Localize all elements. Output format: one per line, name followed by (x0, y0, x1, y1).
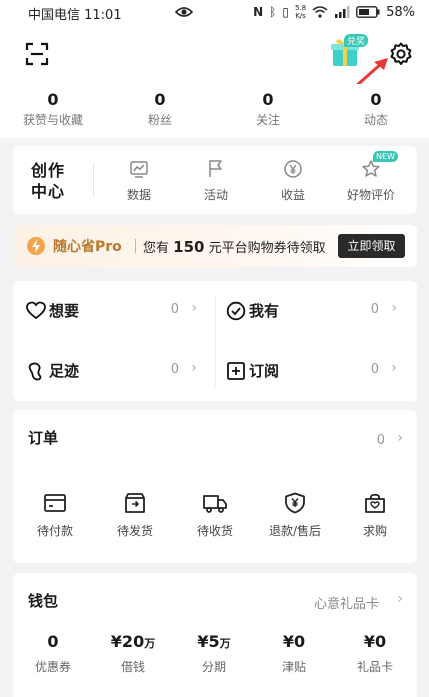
subscribe-entry[interactable]: 订阅 0 › (219, 351, 409, 391)
creator-center-card: 创作 中心 数据 活动 收益 好物评价 NEW (13, 146, 417, 214)
chevron-right-icon: › (191, 360, 197, 376)
network-speed: 5.8 K/s (294, 4, 307, 20)
order-pending-shipment[interactable]: 待发货 (95, 492, 175, 539)
gift-card-link[interactable]: 心意礼品卡 (314, 593, 379, 612)
quick-entry-card: 想要 0 › 我有 0 › 足迹 0 › 订阅 0 › (13, 281, 417, 401)
order-pending-payment[interactable]: 待付款 (15, 492, 95, 539)
orders-card: 订单 0 › 待付款 待发货 待收货 退款/售后 求购 (13, 410, 417, 563)
order-refund[interactable]: 退款/售后 (255, 492, 335, 539)
signal-icon (334, 6, 350, 18)
flag-icon (209, 160, 222, 177)
chart-icon (130, 161, 148, 178)
chevron-right-icon: › (191, 300, 197, 316)
divider (93, 164, 94, 196)
footprint-icon (28, 362, 42, 381)
nfc-icon: N (253, 5, 264, 19)
bag-icon (365, 493, 385, 513)
promo-text: 您有 150 元平台购物券待领取 (143, 238, 326, 256)
wallet-borrow[interactable]: ¥20万 借钱 (93, 632, 173, 675)
chevron-right-icon[interactable]: › (397, 591, 403, 607)
new-badge: NEW (373, 151, 398, 162)
creator-center-label[interactable]: 创作 中心 (31, 160, 65, 202)
divider (215, 295, 216, 387)
status-icons: N ᛒ ▯ 5.8 K/s 58% (253, 4, 415, 20)
promo-banner[interactable]: 随心省Pro 您有 150 元平台购物券待领取 立即领取 (13, 225, 417, 267)
owned-entry[interactable]: 我有 0 › (219, 291, 409, 331)
stat-likes[interactable]: 0 获赞与收藏 (8, 90, 98, 128)
eye-icon (175, 5, 193, 19)
want-entry[interactable]: 想要 0 › (19, 291, 209, 331)
order-pending-receipt[interactable]: 待收货 (175, 492, 255, 539)
card-icon (44, 494, 66, 512)
creator-item-data[interactable]: 数据 (99, 159, 179, 203)
scan-icon[interactable] (25, 42, 49, 66)
chevron-right-icon: › (391, 300, 397, 316)
wallet-allowance[interactable]: ¥0 津贴 (254, 632, 334, 675)
stat-fans[interactable]: 0 粉丝 (115, 90, 205, 128)
heart-icon (26, 301, 46, 320)
status-bar: 中国电信 11:01 N ᛒ ▯ 5.8 K/s 58% (0, 0, 429, 26)
top-bar: 兑奖 (0, 26, 429, 89)
footprint-entry[interactable]: 足迹 0 › (19, 351, 209, 391)
plus-box-icon (227, 362, 245, 380)
order-want-to-buy[interactable]: 求购 (335, 492, 415, 539)
wifi-icon (312, 6, 328, 18)
bluetooth-icon: ᛒ (269, 5, 277, 19)
chevron-right-icon: › (391, 360, 397, 376)
promo-brand: 随心省Pro (53, 239, 122, 255)
box-icon (125, 493, 145, 513)
truck-icon (203, 495, 227, 513)
wallet-installment[interactable]: ¥5万 分期 (174, 632, 254, 675)
chevron-right-icon[interactable]: › (397, 430, 403, 446)
vibrate-icon: ▯ (282, 5, 289, 19)
creator-item-reviews[interactable]: 好物评价 NEW (331, 151, 411, 203)
battery-icon (356, 6, 380, 18)
gear-icon[interactable] (389, 42, 413, 66)
orders-count: 0 (376, 433, 385, 448)
orders-title[interactable]: 订单 (28, 427, 58, 448)
yen-coin-icon (284, 160, 302, 178)
check-circle-icon (226, 301, 246, 321)
carrier-time: 中国电信 11:01 (28, 8, 122, 23)
stat-updates[interactable]: 0 动态 (331, 90, 421, 128)
lightning-icon (26, 236, 46, 256)
stat-following[interactable]: 0 关注 (223, 90, 313, 128)
profile-stats: 0 获赞与收藏 0 粉丝 0 关注 0 动态 (0, 84, 429, 138)
wallet-gift-card[interactable]: ¥0 礼品卡 (335, 632, 415, 675)
claim-now-button[interactable]: 立即领取 (338, 234, 405, 258)
battery-percent: 58% (386, 4, 415, 20)
creator-item-earnings[interactable]: 收益 (253, 159, 333, 203)
shield-yen-icon (285, 492, 305, 514)
star-icon (362, 160, 380, 177)
wallet-title[interactable]: 钱包 (28, 590, 58, 611)
creator-item-activity[interactable]: 活动 (176, 159, 256, 203)
divider (135, 239, 136, 253)
wallet-coupons[interactable]: 0 优惠券 (13, 632, 93, 675)
wallet-card: 钱包 心意礼品卡 › 0 优惠券 ¥20万 借钱 ¥5万 分期 ¥0 津贴 ¥0… (13, 573, 417, 697)
redeem-badge: 兑奖 (344, 34, 369, 47)
